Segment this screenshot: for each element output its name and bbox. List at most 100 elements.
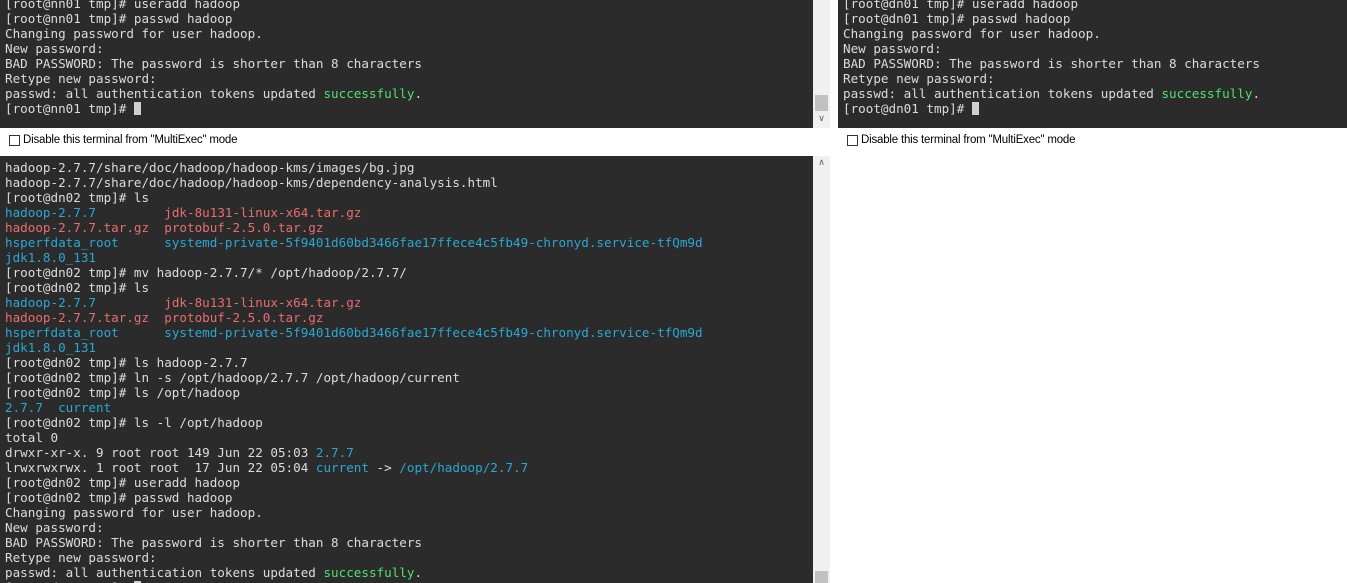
terminal-line: hadoop-2.7.7 jdk-8u131-linux-x64.tar.gz xyxy=(5,205,703,220)
terminal-text: [root@dn02 tmp]# ls xyxy=(5,190,150,205)
terminal-text: /opt/hadoop/2.7.7 xyxy=(399,460,529,475)
multiexec-label: Disable this terminal from "MultiExec" m… xyxy=(861,134,1076,146)
terminal-line: hadoop-2.7.7.tar.gz protobuf-2.5.0.tar.g… xyxy=(5,310,703,325)
terminal-text: . xyxy=(1252,86,1261,101)
terminal-dn02[interactable]: hadoop-2.7.7/share/doc/hadoop/hadoop-kms… xyxy=(0,156,813,583)
terminal-line: hadoop-2.7.7 jdk-8u131-linux-x64.tar.gz xyxy=(5,295,703,310)
terminal-line: drwxr-xr-x. 9 root root 149 Jun 22 05:03… xyxy=(5,445,703,460)
terminal-text: hadoop-2.7.7 xyxy=(5,205,96,220)
terminal-line: [root@dn01 tmp]# passwd hadoop xyxy=(843,11,1260,26)
terminal-text: Changing password for user hadoop. xyxy=(5,26,263,41)
scroll-thumb[interactable] xyxy=(815,571,828,583)
terminal-text: 2.7.7 xyxy=(5,400,43,415)
cursor-icon xyxy=(971,102,979,115)
multiexec-checkbox[interactable] xyxy=(847,134,858,146)
terminal-line: [root@dn02 tmp]# mv hadoop-2.7.7/* /opt/… xyxy=(5,265,703,280)
terminal-dn01[interactable]: [root@dn01 tmp]# useradd hadoop [root@dn0… xyxy=(838,0,1347,128)
terminal-text: hadoop-2.7.7/share/doc/hadoop/hadoop-kms… xyxy=(5,175,498,190)
terminal-line: 2.7.7 current xyxy=(5,400,703,415)
terminal-text: drwxr-xr-x. 9 root root 149 Jun 22 05:03 xyxy=(5,445,316,460)
terminal-line: [root@nn01 tmp]# xyxy=(5,101,422,116)
terminal-text: -> xyxy=(368,460,400,475)
terminal-text: protobuf-2.5.0.tar.gz xyxy=(164,220,324,235)
terminal-line: Changing password for user hadoop. xyxy=(5,26,422,41)
multiexec-toggle-dn01[interactable]: Disable this terminal from "MultiExec" m… xyxy=(847,129,1076,151)
terminal-text: . xyxy=(414,86,423,101)
terminal-text: systemd-private-5f9401d60bd3466fae17ffec… xyxy=(164,325,703,340)
terminal-line: New password: xyxy=(5,520,703,535)
terminal-text: [root@dn01 tmp]# passwd hadoop xyxy=(843,11,1071,26)
terminal-line: Changing password for user hadoop. xyxy=(5,505,703,520)
multiexec-toggle-nn01[interactable]: Disable this terminal from "MultiExec" m… xyxy=(9,129,238,151)
terminal-text: successfully xyxy=(1161,86,1253,101)
terminal-text: hadoop-2.7.7.tar.gz xyxy=(5,310,150,325)
terminal-line: [root@dn02 tmp]# ls hadoop-2.7.7 xyxy=(5,355,703,370)
terminal-text: lrwxrwxrwx. 1 root root 17 Jun 22 05:04 xyxy=(5,460,316,475)
terminal-text: BAD PASSWORD: The password is shorter th… xyxy=(5,535,423,550)
terminal-text: systemd-private-5f9401d60bd3466fae17ffec… xyxy=(164,235,703,250)
terminal-text: successfully xyxy=(323,565,415,580)
terminal-text: New password: xyxy=(5,520,104,535)
scroll-up-arrow-icon[interactable]: ∧ xyxy=(813,156,830,171)
terminal-line: hadoop-2.7.7/share/doc/hadoop/hadoop-kms… xyxy=(5,160,703,175)
terminal-text: [root@nn01 tmp]# xyxy=(5,101,134,116)
terminal-line: [root@nn01 tmp]# useradd hadoop xyxy=(5,0,422,11)
terminal-text: BAD PASSWORD: The password is shorter th… xyxy=(843,56,1261,71)
terminal-text: [root@dn02 tmp]# ln -s /opt/hadoop/2.7.7… xyxy=(5,370,460,385)
terminal-nn01[interactable]: [root@nn01 tmp]# useradd hadoop [root@nn0… xyxy=(0,0,813,128)
terminal-line: BAD PASSWORD: The password is shorter th… xyxy=(843,56,1260,71)
terminal-line: [root@dn02 tmp]# ls xyxy=(5,280,703,295)
terminal-line: [root@dn01 tmp]# useradd hadoop xyxy=(843,0,1260,11)
terminal-output: [root@nn01 tmp]# useradd hadoop [root@nn0… xyxy=(5,0,422,116)
terminal-line: Retype new password: xyxy=(843,71,1260,86)
terminal-text: [root@dn02 tmp]# ls hadoop-2.7.7 xyxy=(5,355,248,370)
terminal-text: . xyxy=(414,565,423,580)
terminal-text: [root@dn02 tmp]# passwd hadoop xyxy=(5,490,233,505)
terminal-text: passwd: all authentication tokens update… xyxy=(5,565,324,580)
terminal-text: hsperfdata_root xyxy=(5,325,119,340)
terminal-line: Retype new password: xyxy=(5,71,422,86)
terminal-text: total 0 xyxy=(5,430,59,445)
terminal-text: passwd: all authentication tokens update… xyxy=(5,86,324,101)
terminal-text: [root@dn01 tmp]# xyxy=(843,101,972,116)
terminal-text: [root@dn02 tmp]# ls /opt/hadoop xyxy=(5,385,241,400)
scroll-thumb[interactable] xyxy=(815,95,828,111)
terminal-text: successfully xyxy=(323,86,415,101)
terminal-text: Changing password for user hadoop. xyxy=(843,26,1101,41)
terminal-line: New password: xyxy=(5,41,422,56)
terminal-text: 2.7.7 xyxy=(315,445,354,460)
terminal-text: hadoop-2.7.7/share/doc/hadoop/hadoop-kms… xyxy=(5,160,415,175)
terminal-line: [root@dn01 tmp]# xyxy=(843,101,1260,116)
terminal-text: jdk-8u131-linux-x64.tar.gz xyxy=(164,295,362,310)
terminal-line: [root@dn02 tmp]# useradd hadoop xyxy=(5,475,703,490)
terminal-text: jdk1.8.0_131 xyxy=(5,250,96,265)
terminal-line: jdk1.8.0_131 xyxy=(5,250,703,265)
scroll-down-arrow-icon[interactable]: ∨ xyxy=(813,112,830,127)
multiexec-checkbox[interactable] xyxy=(9,134,20,146)
terminal-text: BAD PASSWORD: The password is shorter th… xyxy=(5,56,423,71)
terminal-text: jdk1.8.0_131 xyxy=(5,340,96,355)
terminal-line: hadoop-2.7.7.tar.gz protobuf-2.5.0.tar.g… xyxy=(5,220,703,235)
terminal-line: hsperfdata_root systemd-private-5f9401d6… xyxy=(5,325,703,340)
terminal-text: [root@dn02 tmp]# ls -l /opt/hadoop xyxy=(5,415,263,430)
terminal-line: passwd: all authentication tokens update… xyxy=(5,86,422,101)
terminal-text: Changing password for user hadoop. xyxy=(5,505,263,520)
terminal-text: Retype new password: xyxy=(843,71,995,86)
terminal-output: [root@dn01 tmp]# useradd hadoop [root@dn0… xyxy=(843,0,1260,116)
terminal-line: [root@dn02 tmp]# passwd hadoop xyxy=(5,490,703,505)
terminal-text: jdk-8u131-linux-x64.tar.gz xyxy=(164,205,362,220)
terminal-nn01-scrollbar[interactable]: ∨ xyxy=(813,0,830,128)
terminal-text: [root@dn02 tmp]# useradd hadoop xyxy=(5,475,241,490)
terminal-text: protobuf-2.5.0.tar.gz xyxy=(164,310,324,325)
terminal-text: [root@dn01 tmp]# useradd hadoop xyxy=(843,0,1079,11)
terminal-line: [root@dn02 tmp]# ls -l /opt/hadoop xyxy=(5,415,703,430)
terminal-dn02-scrollbar[interactable]: ∧ xyxy=(813,156,830,583)
terminal-line: hsperfdata_root systemd-private-5f9401d6… xyxy=(5,235,703,250)
terminal-line: BAD PASSWORD: The password is shorter th… xyxy=(5,56,422,71)
terminal-text: [root@nn01 tmp]# passwd hadoop xyxy=(5,11,233,26)
